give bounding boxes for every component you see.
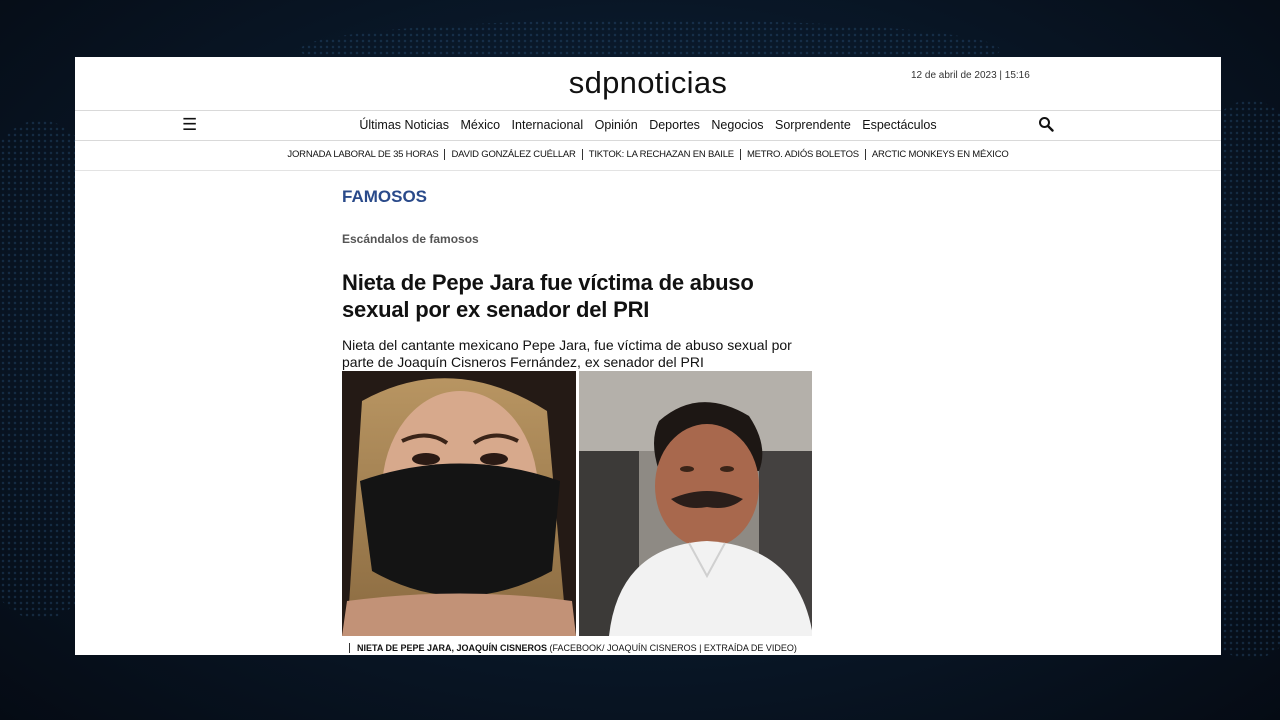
nav-item-ultimas-noticias[interactable]: Últimas Noticias (359, 118, 449, 132)
nav-item-internacional[interactable]: Internacional (512, 118, 584, 132)
nav-item-sorprendente[interactable]: Sorprendente (775, 118, 851, 132)
article-title: Nieta de Pepe Jara fue víctima de abuso … (342, 270, 754, 322)
trending-item[interactable]: JORNADA LABORAL DE 35 HORAS (281, 149, 444, 160)
article-summary: Nieta del cantante mexicano Pepe Jara, f… (342, 337, 792, 370)
trending-bar: JORNADA LABORAL DE 35 HORAS DAVID GONZÁLE… (75, 141, 1221, 171)
trending-item[interactable]: DAVID GONZÁLEZ CUÉLLAR (444, 149, 582, 160)
section-label[interactable]: FAMOSOS (342, 187, 812, 207)
subsection-label[interactable]: Escándalos de famosos (342, 232, 812, 246)
nav-item-mexico[interactable]: México (460, 118, 500, 132)
nav-item-negocios[interactable]: Negocios (711, 118, 763, 132)
photo-joaquin-cisneros (578, 371, 812, 636)
current-date: 12 de abril de 2023 | 15:16 (911, 70, 1030, 81)
caption-subject: NIETA DE PEPE JARA, JOAQUÍN CISNEROS (357, 643, 548, 653)
brand-bar: sdpnoticias 12 de abril de 2023 | 15:16 (75, 57, 1221, 111)
article: FAMOSOS Escándalos de famosos Nieta de P… (342, 187, 812, 653)
nav-item-deportes[interactable]: Deportes (649, 118, 700, 132)
caption-credit: (FACEBOOK/ JOAQUÍN CISNEROS | EXTRAÍDA D… (547, 643, 797, 653)
article-photo (342, 371, 812, 636)
photo-woman-with-mask (342, 371, 576, 636)
photo-caption: NIETA DE PEPE JARA, JOAQUÍN CISNEROS (FA… (349, 643, 812, 653)
trending-item[interactable]: METRO. ADIÓS BOLETOS (739, 149, 865, 160)
main-navigation: ☰ Últimas Noticias México Internacional … (75, 111, 1221, 141)
trending-links: JORNADA LABORAL DE 35 HORAS DAVID GONZÁLE… (75, 149, 1221, 160)
nav-item-opinion[interactable]: Opinión (595, 118, 638, 132)
browser-page: sdpnoticias 12 de abril de 2023 | 15:16 … (75, 57, 1221, 655)
trending-item[interactable]: ARCTIC MONKEYS EN MÉXICO (864, 149, 1015, 160)
site-logo[interactable]: sdpnoticias (75, 65, 1221, 101)
nav-item-espectaculos[interactable]: Espectáculos (862, 118, 936, 132)
search-icon[interactable] (1038, 116, 1054, 132)
trending-item[interactable]: TIKTOK: LA RECHAZAN EN BAILE (581, 149, 740, 160)
